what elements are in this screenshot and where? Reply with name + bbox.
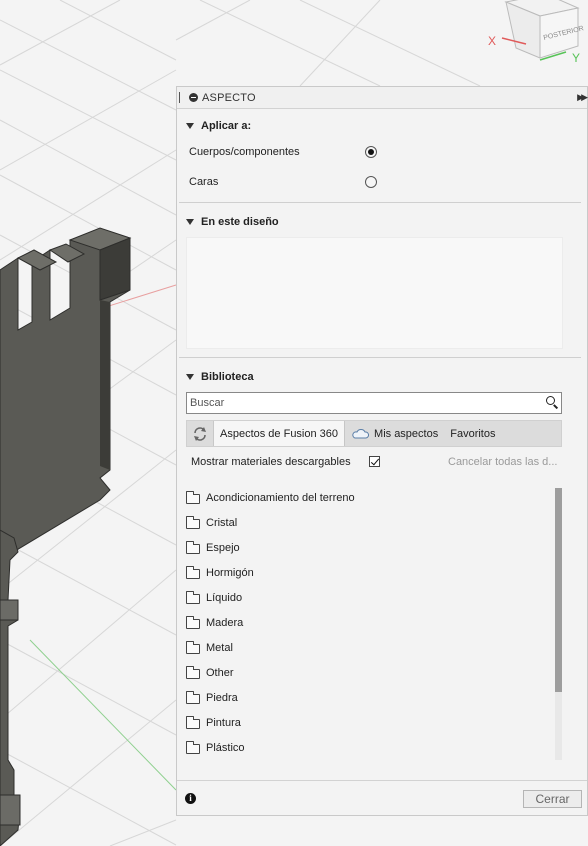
search-icon[interactable] (546, 396, 555, 405)
folder-label: Piedra (206, 691, 238, 704)
folder-label: Líquido (206, 591, 243, 604)
panel-footer: i Cerrar (177, 780, 587, 815)
collapse-triangle-icon[interactable] (186, 123, 194, 129)
apply-option-faces[interactable]: Caras (177, 167, 587, 197)
folder-icon (186, 565, 200, 579)
folder-item[interactable]: Metal (177, 635, 587, 660)
folder-item[interactable]: Espejo (177, 535, 587, 560)
folder-icon (186, 615, 200, 629)
panel-titlebar[interactable]: ASPECTO ▶▶ (177, 87, 588, 109)
show-downloadable-checkbox[interactable] (369, 456, 380, 467)
cloud-icon (352, 429, 370, 439)
library-search[interactable] (186, 392, 562, 414)
folder-label: Metal (206, 641, 233, 654)
close-button[interactable]: Cerrar (523, 790, 582, 808)
tab-my-appearances[interactable]: Mis aspectos (345, 421, 444, 446)
apply-option-bodies[interactable]: Cuerpos/componentes (177, 137, 587, 167)
folder-item[interactable]: Plástico (177, 735, 587, 760)
design-section-header[interactable]: En este diseño (177, 211, 587, 233)
appearance-panel: ASPECTO ▶▶ Aplicar a: Cuerpos/componente… (176, 86, 588, 816)
design-section-title: En este diseño (201, 216, 279, 228)
library-folder-list: Acondicionamiento del terreno Cristal Es… (177, 485, 587, 760)
folder-icon (186, 515, 200, 529)
refresh-button[interactable] (187, 421, 214, 446)
folder-icon (186, 490, 200, 504)
folder-label: Other (206, 666, 234, 679)
show-downloadable-label: Mostrar materiales descargables (191, 456, 351, 468)
axis-x-label: X (488, 34, 496, 48)
tab-fusion360-appearances[interactable]: Aspectos de Fusion 360 (214, 421, 346, 446)
folder-icon (186, 665, 200, 679)
drag-grip-icon[interactable] (179, 92, 183, 103)
tab-favorites[interactable]: Favoritos (444, 421, 501, 446)
option-label: Cuerpos/componentes (189, 146, 300, 158)
viewcube[interactable]: POSTERIOR X Y (486, 0, 588, 72)
folder-item[interactable]: Piedra (177, 685, 587, 710)
option-label: Caras (189, 176, 219, 188)
cancel-all-downloads-link[interactable]: Cancelar todas las d... (448, 456, 560, 468)
library-section-header[interactable]: Biblioteca (177, 366, 587, 388)
folder-list-scrollbar[interactable] (555, 488, 562, 760)
tab-label: Mis aspectos (374, 427, 439, 440)
model-tower-base (0, 529, 21, 846)
faces-radio[interactable] (365, 176, 377, 188)
folder-label: Plástico (206, 741, 245, 754)
folder-item[interactable]: Madera (177, 610, 587, 635)
folder-label: Madera (206, 616, 244, 629)
folder-item[interactable]: Acondicionamiento del terreno (177, 485, 587, 510)
scrollbar-thumb[interactable] (555, 488, 562, 692)
folder-label: Pintura (206, 716, 241, 729)
collapse-triangle-icon[interactable] (186, 374, 194, 380)
folder-icon (186, 690, 200, 704)
library-section-title: Biblioteca (201, 371, 254, 383)
folder-icon (186, 640, 200, 654)
in-design-appearances-area[interactable] (186, 237, 563, 349)
minimize-icon[interactable] (189, 93, 198, 102)
search-input[interactable] (187, 396, 532, 410)
refresh-icon (194, 426, 206, 441)
folder-item[interactable]: Líquido (177, 585, 587, 610)
folder-label: Acondicionamiento del terreno (206, 491, 355, 504)
expand-panel-icon[interactable]: ▶▶ (577, 92, 588, 103)
folder-label: Hormigón (206, 566, 254, 579)
apply-section-title: Aplicar a: (201, 120, 252, 132)
folder-item[interactable]: Cristal (177, 510, 587, 535)
folder-icon (186, 740, 200, 754)
folder-icon (186, 715, 200, 729)
folder-item[interactable]: Hormigón (177, 560, 587, 585)
library-tabs: Aspectos de Fusion 360 Mis aspectos Favo… (186, 420, 562, 447)
info-icon[interactable]: i (185, 793, 196, 804)
download-options-row: Mostrar materiales descargables Cancelar… (177, 447, 587, 477)
folder-icon (186, 590, 200, 604)
panel-title: ASPECTO (202, 91, 256, 104)
folder-item[interactable]: Pintura (177, 710, 587, 735)
folder-icon (186, 540, 200, 554)
axis-y-label: Y (572, 51, 580, 65)
folder-label: Cristal (206, 516, 238, 529)
apply-section-header[interactable]: Aplicar a: (177, 115, 587, 137)
collapse-triangle-icon[interactable] (186, 219, 194, 225)
folder-item[interactable]: Other (177, 660, 587, 685)
folder-label: Espejo (206, 541, 240, 554)
bodies-radio[interactable] (365, 146, 377, 158)
